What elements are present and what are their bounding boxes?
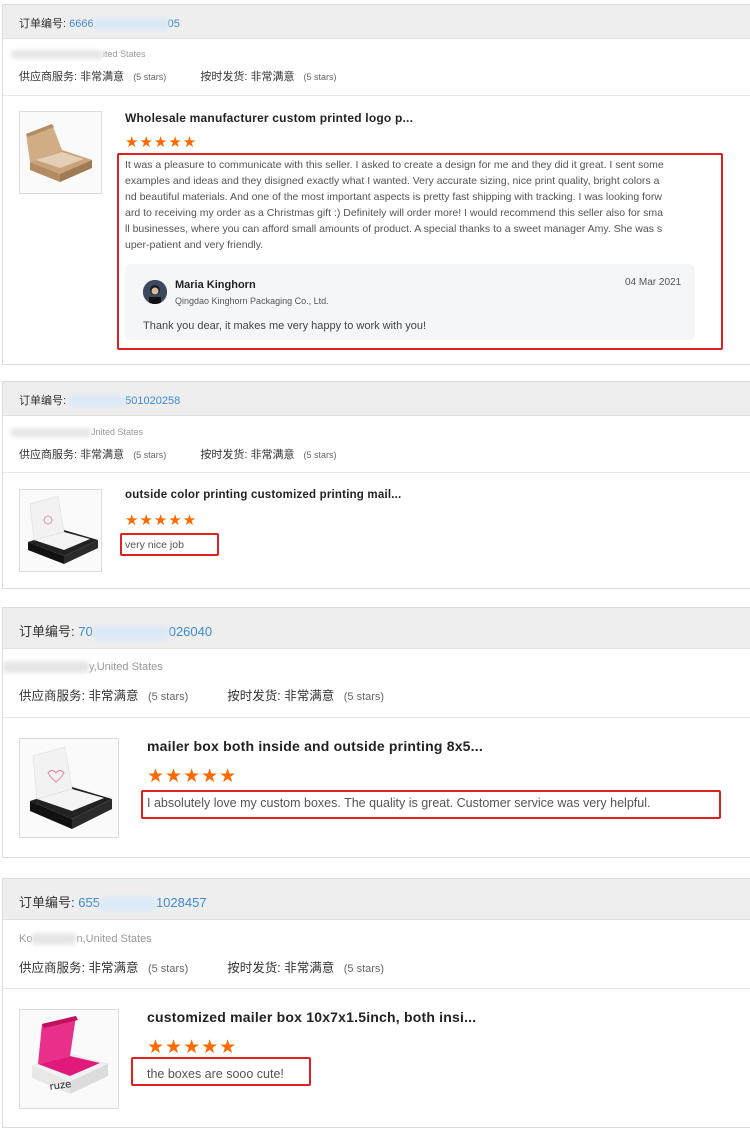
shipping-stars: (5 stars) xyxy=(343,691,385,703)
seller-name: Maria Kinghorn xyxy=(175,279,256,291)
product-title[interactable]: customized mailer box 10x7x1.5inch, both… xyxy=(147,1009,476,1025)
review-text: I absolutely love my custom boxes. The q… xyxy=(147,796,651,810)
supplier-service-label: 供应商服务: xyxy=(19,71,78,83)
order-number: 订单编号: 70 026040 xyxy=(19,624,213,640)
reply-date: 04 Mar 2021 xyxy=(625,277,682,288)
shipping-value: 非常满意 xyxy=(284,961,335,975)
seller-avatar xyxy=(143,280,167,304)
product-thumbnail[interactable] xyxy=(19,111,102,194)
shipping-stars: (5 stars) xyxy=(303,450,337,460)
seller-reply: Maria Kinghorn Qingdao Kinghorn Packagin… xyxy=(125,264,695,340)
product-thumbnail[interactable] xyxy=(19,738,119,838)
supplier-service-label: 供应商服务: xyxy=(19,449,78,461)
product-title[interactable]: Wholesale manufacturer custom printed lo… xyxy=(125,111,413,125)
shipping-label: 按时发货: xyxy=(227,689,281,703)
kraft-box-image xyxy=(20,112,101,193)
review-card: 订单编号: 501020258 Jnited States 供应商服务: 非常满… xyxy=(2,381,750,589)
shipping-stars: (5 stars) xyxy=(343,963,385,975)
order-header: 订单编号: 655 1028457 xyxy=(3,879,750,920)
supplier-service-value: 非常满意 xyxy=(80,449,125,461)
shipping-label: 按时发货: xyxy=(227,961,281,975)
review-card: 订单编号: 6666 05 ited States 供应商服务: 非常满意 (5 … xyxy=(2,4,750,365)
product-title[interactable]: mailer box both inside and outside print… xyxy=(147,738,483,754)
order-number-link[interactable]: 655 1028457 xyxy=(78,895,207,911)
supplier-service-stars: (5 stars) xyxy=(147,691,189,703)
rating-summary: 供应商服务: 非常满意 (5 stars) 按时发货: 非常满意 (5 star… xyxy=(19,685,384,704)
order-number: 订单编号: 501020258 xyxy=(19,395,181,408)
mailer-box-image xyxy=(20,739,118,837)
order-header: 订单编号: 6666 05 xyxy=(3,5,750,39)
review-stars: ★★★★★ xyxy=(147,1037,238,1058)
order-header: 订单编号: 501020258 xyxy=(3,382,750,416)
buyer-location: Jnited States xyxy=(11,427,143,438)
product-thumbnail[interactable]: ruze xyxy=(19,1009,119,1109)
reply-text: Thank you dear, it makes me very happy t… xyxy=(143,320,427,332)
shipping-label: 按时发货: xyxy=(200,449,248,461)
supplier-service-value: 非常满意 xyxy=(88,689,139,703)
supplier-service-value: 非常满意 xyxy=(80,71,125,83)
shipping-value: 非常满意 xyxy=(284,689,335,703)
supplier-service-stars: (5 stars) xyxy=(133,450,167,460)
supplier-service-value: 非常满意 xyxy=(88,961,139,975)
review-stars: ★★★★★ xyxy=(125,512,198,529)
review-stars: ★★★★★ xyxy=(147,766,238,787)
rating-summary: 供应商服务: 非常满意 (5 stars) 按时发货: 非常满意 (5 star… xyxy=(19,957,384,976)
mailer-box-image xyxy=(20,490,101,571)
rating-summary: 供应商服务: 非常满意 (5 stars) 按时发货: 非常满意 (5 star… xyxy=(19,446,337,462)
buyer-location: y,United States xyxy=(3,661,163,674)
shipping-value: 非常满意 xyxy=(250,449,295,461)
pink-mailer-box-image: ruze xyxy=(20,1010,118,1108)
review-text: very nice job xyxy=(125,539,184,551)
order-number-link[interactable]: 6666 05 xyxy=(69,18,180,31)
product-thumbnail[interactable] xyxy=(19,489,102,572)
order-number-link[interactable]: 70 026040 xyxy=(78,624,212,640)
shipping-value: 非常满意 xyxy=(250,71,295,83)
supplier-service-stars: (5 stars) xyxy=(133,72,167,82)
supplier-service-label: 供应商服务: xyxy=(19,961,85,975)
review-card: 订单编号: 655 1028457 Ko n,United States 供应商服务… xyxy=(2,878,750,1128)
order-number-link[interactable]: 501020258 xyxy=(69,395,180,408)
buyer-location: Ko n,United States xyxy=(19,933,152,946)
review-text: It was a pleasure to communicate with th… xyxy=(125,159,664,251)
supplier-service-stars: (5 stars) xyxy=(147,963,189,975)
review-text: the boxes are sooo cute! xyxy=(147,1067,284,1081)
review-stars: ★★★★★ xyxy=(125,134,198,151)
seller-company: Qingdao Kinghorn Packaging Co., Ltd. xyxy=(175,296,329,306)
review-card: 订单编号: 70 026040 y,United States 供应商服务: 非常… xyxy=(2,607,750,858)
supplier-service-label: 供应商服务: xyxy=(19,689,85,703)
rating-summary: 供应商服务: 非常满意 (5 stars) 按时发货: 非常满意 (5 star… xyxy=(19,68,337,84)
order-header: 订单编号: 70 026040 xyxy=(3,608,750,649)
buyer-location: ited States xyxy=(11,49,146,60)
product-title[interactable]: outside color printing customized printi… xyxy=(125,489,401,501)
shipping-label: 按时发货: xyxy=(200,71,248,83)
shipping-stars: (5 stars) xyxy=(303,72,337,82)
order-number: 订单编号: 655 1028457 xyxy=(19,895,207,911)
order-number: 订单编号: 6666 05 xyxy=(19,18,180,31)
